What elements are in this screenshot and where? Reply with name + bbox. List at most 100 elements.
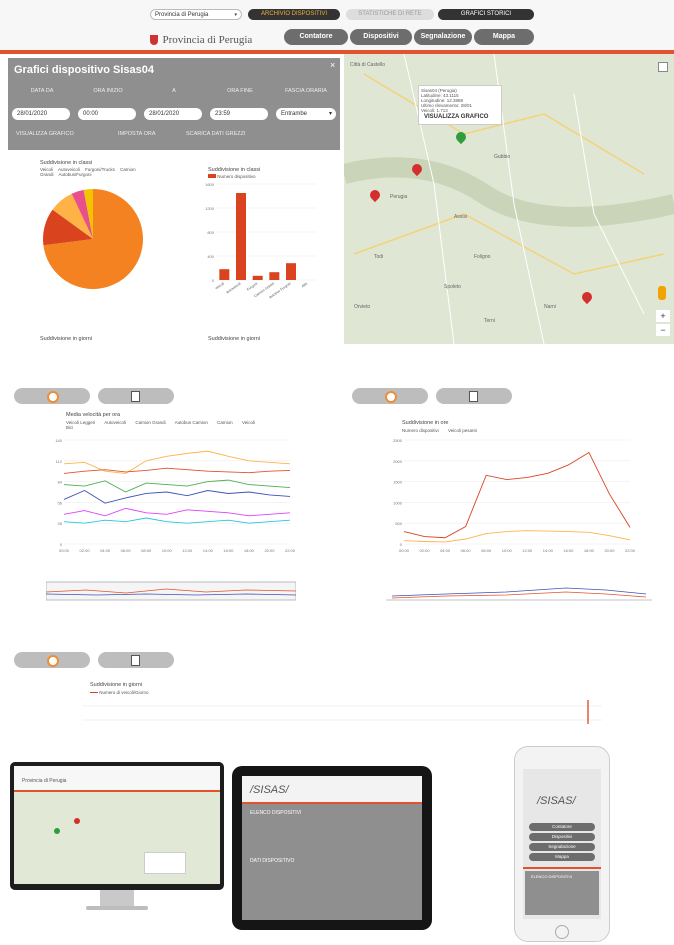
map-pin-icon	[54, 828, 60, 834]
y-tick-label: 1500	[393, 480, 403, 485]
y-tick-label: 800	[207, 230, 214, 235]
refresh-icon	[47, 391, 59, 403]
y-tick-label: 56	[58, 500, 63, 505]
bar-bottom-title: Suddivisione in giorni	[208, 336, 260, 342]
map-place: Città di Castello	[350, 62, 386, 68]
tab-archivio[interactable]: ARCHIVIO DISPOSITIVI	[248, 9, 340, 20]
label-ora-fine: ORA FINE	[227, 88, 253, 94]
fullscreen-icon[interactable]	[658, 62, 668, 72]
series-line	[403, 451, 631, 539]
label-ora-inizio: ORA INIZIO	[93, 88, 123, 94]
zoom-out-button[interactable]: −	[656, 324, 670, 336]
document-icon	[131, 391, 140, 402]
y-tick-label: 0	[60, 542, 63, 547]
tab-grafici[interactable]: GRAFICI STORICI	[438, 9, 534, 20]
map-place: Todi	[374, 254, 384, 260]
province-select[interactable]: Provincia di Perugia ▾	[150, 9, 242, 20]
speed-chart-title: Media velocità per ora	[66, 412, 121, 418]
desktop-accent	[14, 790, 220, 792]
brand-logo: Provincia di Perugia	[150, 31, 252, 49]
phone-menu-item[interactable]: Contatore	[529, 823, 595, 831]
refresh-icon	[47, 655, 59, 667]
phone-menu-item[interactable]: Mappa	[529, 853, 595, 861]
map-place: Narni	[544, 304, 556, 310]
date-from-field[interactable]: 28/01/2020	[12, 108, 70, 120]
legend-item: Autobus Camion	[174, 420, 208, 425]
card-line: Veicoli: 1.713	[421, 108, 448, 113]
close-icon[interactable]: ×	[330, 60, 335, 70]
x-tick-label: Altri	[301, 281, 308, 288]
hours-line-chart: 2500 2000 1500 1000 500 000:00 02:00 04:00 06:00…	[393, 438, 636, 553]
phone-menu-item[interactable]: Dispositivi	[529, 833, 595, 841]
series-line	[63, 490, 291, 504]
x-tick-label: 08:00	[481, 548, 492, 553]
y-tick-label: 1200	[205, 206, 215, 211]
download-raw-button[interactable]: SCARICA DATI GREZZI	[186, 131, 246, 137]
series-line	[63, 507, 291, 517]
x-tick-label: 14:00	[543, 548, 554, 553]
phone-screen: /SISAS/ Contatore Dispositivi Segnalazio…	[523, 769, 601, 919]
nav-contatore[interactable]: Contatore	[284, 29, 348, 45]
zoom-in-button[interactable]: +	[656, 310, 670, 322]
y-tick-label: 2000	[393, 459, 403, 464]
hours-range-slider[interactable]	[386, 574, 652, 604]
map-place: Gubbio	[494, 154, 511, 160]
street-view-icon[interactable]	[658, 286, 666, 300]
x-tick-label: 04:00	[440, 548, 451, 553]
tab-statistiche[interactable]: STATISTICHE DI RETE	[346, 9, 434, 20]
desktop-mockup: Provincia di Perugia	[10, 762, 224, 890]
y-tick-label: 1600	[205, 182, 215, 187]
pie-chart	[43, 189, 143, 289]
x-tick-label: 08:00	[141, 548, 152, 553]
map-view[interactable]: Città di Castello Gubbio Perugia Assisi …	[344, 54, 674, 344]
y-tick-label: 84	[58, 480, 63, 485]
bar-legend: Numero dispositivo	[208, 174, 256, 179]
phone-menu-item[interactable]: Segnalazione	[529, 843, 595, 851]
pie-legend-item: Autobus/Furgoni	[58, 172, 92, 177]
bar	[269, 272, 280, 280]
bar-chart-title: Suddivisione in classi	[208, 167, 261, 173]
date-to-field[interactable]: 28/01/2020	[144, 108, 202, 120]
set-time-button[interactable]: IMPOSTA ORA	[118, 131, 156, 137]
hours-chart-title: Suddivisione in ore	[402, 420, 449, 426]
y-tick-label: 0	[212, 278, 215, 283]
tablet-screen: /SISAS/ ELENCO DISPOSITIVI DATI DISPOSIT…	[242, 776, 422, 920]
speed-legend: Veicoli Leggeri Autoveicoli Camion Grand…	[66, 420, 256, 430]
monitor-base	[86, 906, 148, 910]
legend-item: Camion Grandi	[135, 420, 166, 425]
x-tick-label: 22:00	[285, 548, 296, 553]
bar	[236, 193, 246, 280]
map-place: Spoleto	[444, 284, 461, 290]
nav-mappa[interactable]: Mappa	[474, 29, 534, 45]
x-tick-label: 20:00	[264, 548, 275, 553]
bar	[286, 263, 296, 280]
show-chart-button[interactable]: VISUALIZZA GRAFICO	[16, 131, 74, 137]
pie-chart-title: Suddivisione in classi	[40, 160, 93, 166]
legend-label: Numero di veicoli/Giorno	[99, 690, 149, 695]
x-tick-label: 00:00	[59, 548, 70, 553]
brand-name: Provincia di Perugia	[162, 33, 253, 46]
legend-swatch	[90, 692, 98, 694]
days-legend: Numero di veicoli/Giorno	[90, 690, 149, 695]
tablet-section-title: ELENCO DISPOSITIVI	[250, 810, 302, 816]
map-place: Terni	[484, 318, 495, 324]
province-select-value: Provincia di Perugia	[155, 12, 209, 18]
x-tick-label: 22:00	[625, 548, 636, 553]
days-chart	[82, 700, 602, 724]
x-tick-label: 02:00	[420, 548, 431, 553]
speed-range-slider[interactable]	[46, 574, 296, 604]
time-to-field[interactable]: 23:59	[210, 108, 268, 120]
x-tick-label: 12:00	[522, 548, 533, 553]
nav-segnalazione[interactable]: Segnalazione	[414, 29, 472, 45]
x-tick-label: Autoveicoli	[225, 281, 241, 294]
flow-type-value: Entrambe	[281, 111, 308, 117]
time-from-field[interactable]: 00:00	[78, 108, 136, 120]
y-tick-label: 1000	[393, 500, 403, 505]
nav-dispositivi[interactable]: Dispositivi	[350, 29, 412, 45]
pie-legend: Veicoli Autoveicoli Furgoni/Trucks Camio…	[40, 167, 150, 177]
map-show-chart-button[interactable]: VISUALIZZA GRAFICO	[424, 114, 488, 120]
series-line	[63, 467, 291, 474]
label-data-da: DATA DA	[30, 88, 54, 94]
y-tick-label: 400	[207, 254, 214, 259]
flow-type-select[interactable]: Entrambe ▾	[276, 108, 336, 120]
